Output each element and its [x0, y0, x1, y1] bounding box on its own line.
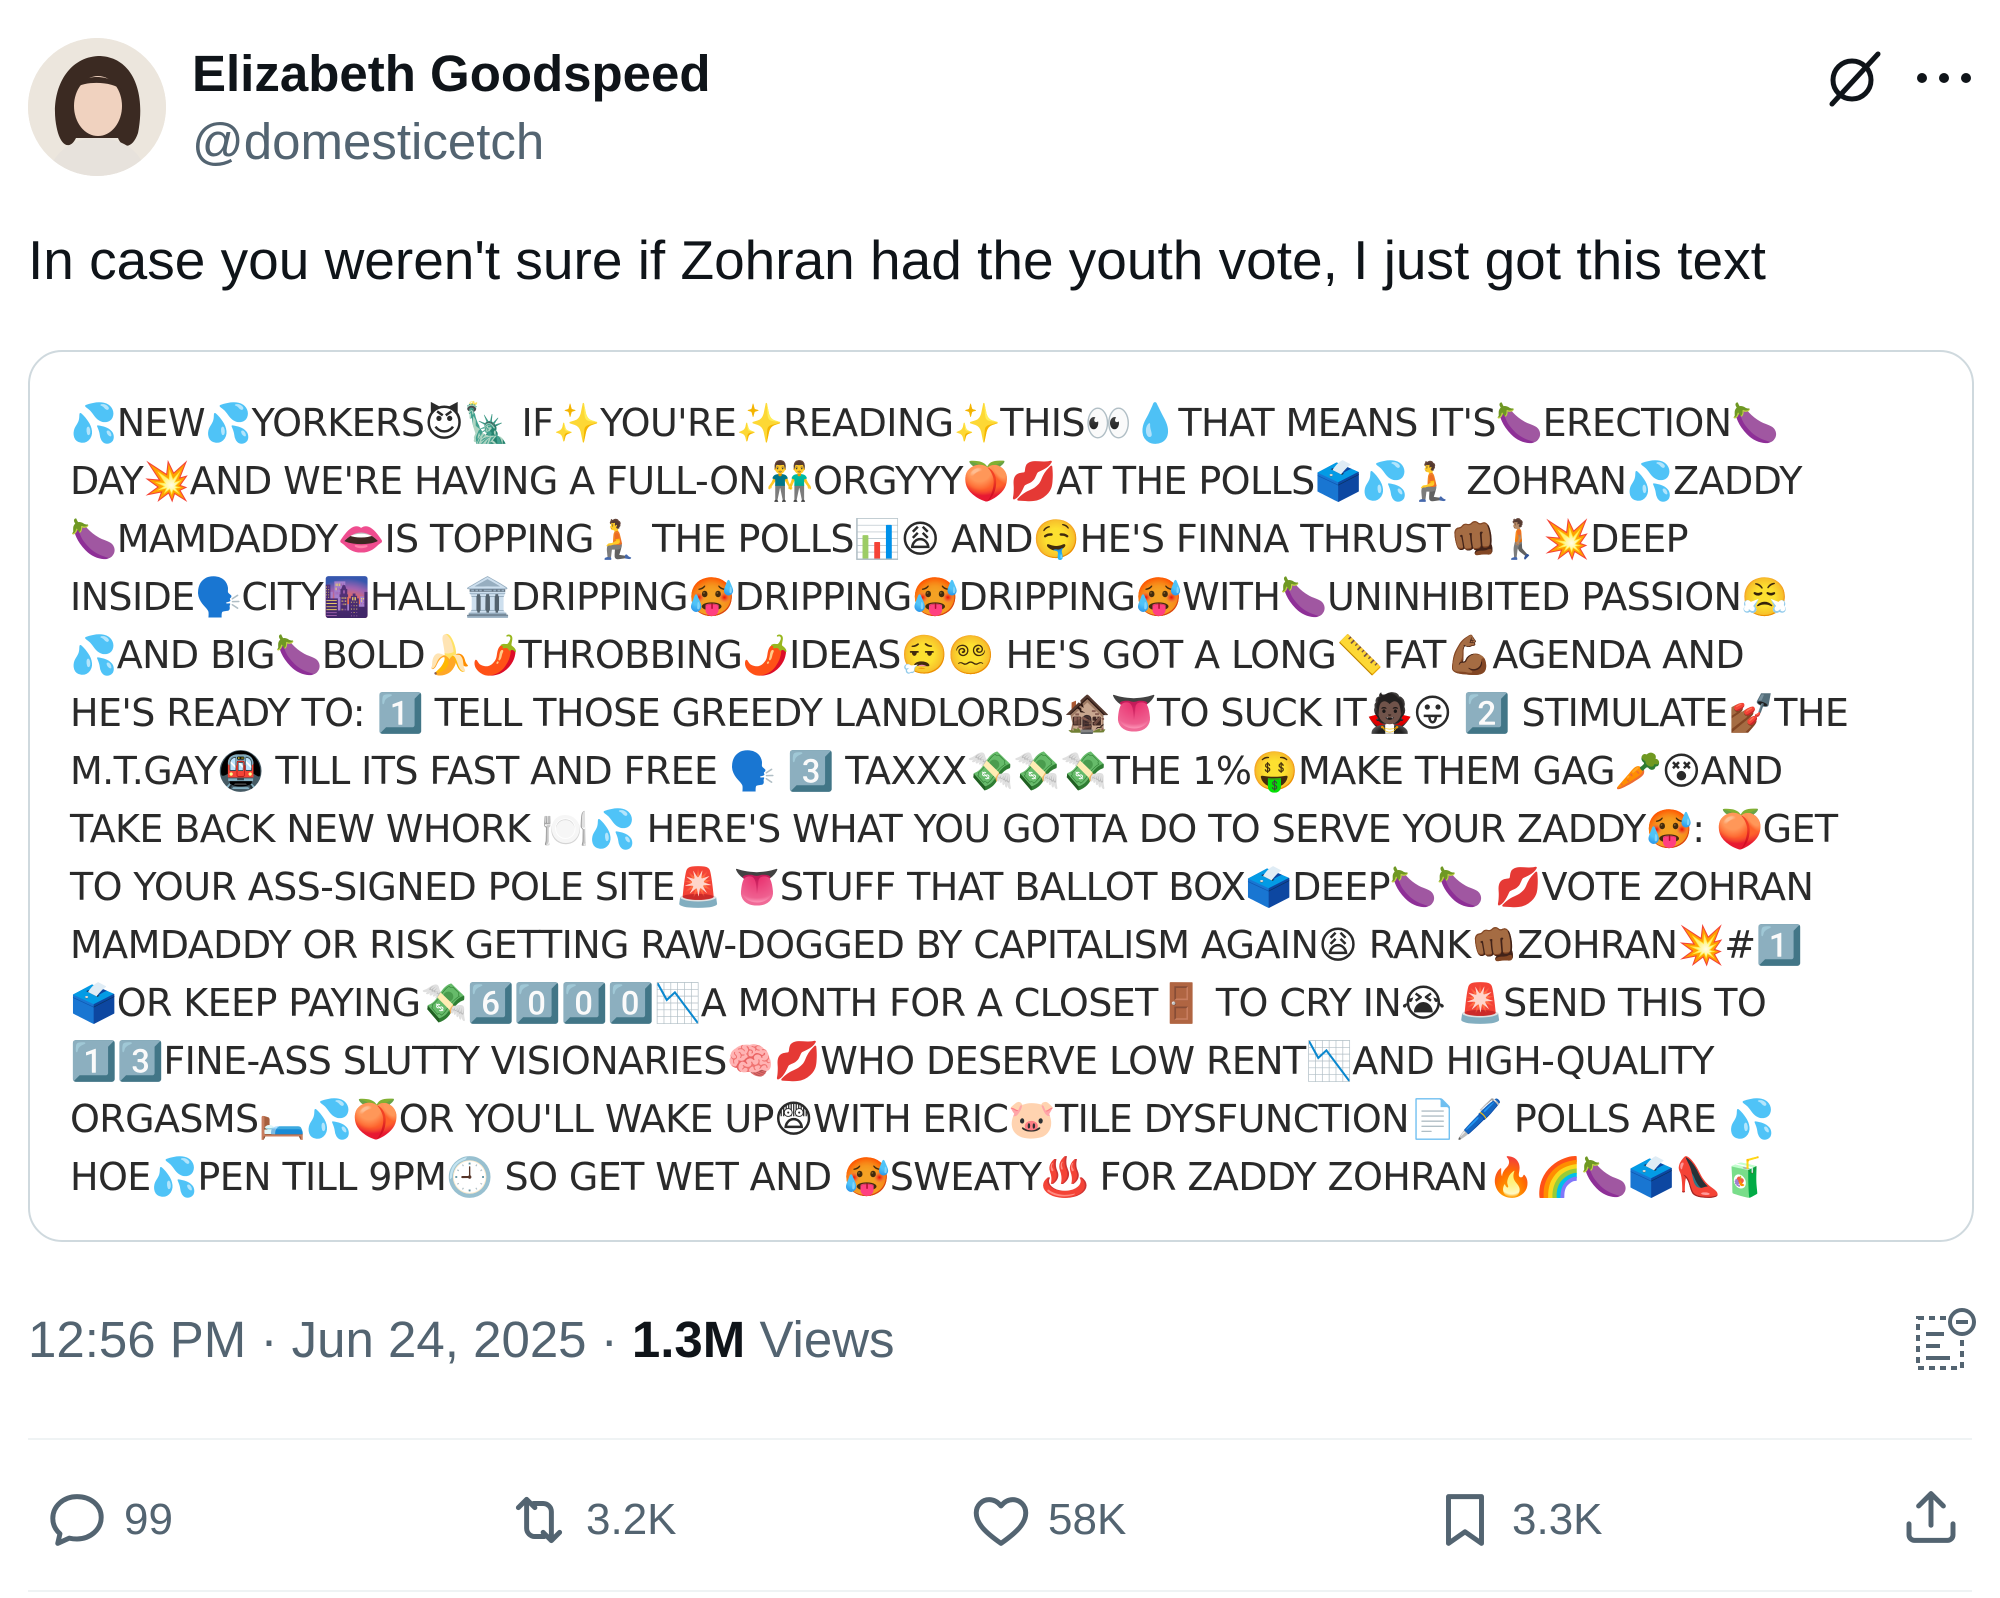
message-line: 1️⃣3️⃣FINE-ASS SLUTTY VISIONARIES🧠💋WHO D…: [70, 1039, 1715, 1083]
message-line: 🍆MAMDADDY👄IS TOPPING🧎 THE POLLS📊😩 AND🤤HE…: [70, 517, 1689, 561]
tweet-text: In case you weren't sure if Zohran had t…: [28, 229, 1766, 291]
message-line: 💦AND BIG🍆BOLD🍌🌶️THROBBING🌶️IDEAS😮‍💨😵‍💫 H…: [70, 633, 1745, 677]
message-line: TO YOUR ASS-SIGNED POLE SITE🚨 👅STUFF THA…: [70, 865, 1814, 909]
repost-button[interactable]: 3.2K: [506, 1484, 677, 1556]
message-line: INSIDE🗣️CITY🌆HALL🏛️DRIPPING🥵DRIPPING🥵DRI…: [70, 575, 1789, 619]
more-icon[interactable]: [1908, 46, 1980, 110]
grok-icon[interactable]: [1822, 46, 1886, 110]
divider: [28, 1438, 1972, 1440]
meta-separator: ·: [600, 1311, 618, 1368]
like-count: 58K: [1048, 1495, 1127, 1544]
message-line: TAKE BACK NEW WHORK 🍽️💦 HERE'S WHAT YOU …: [70, 807, 1838, 851]
tweet-meta: 12:56 PM · Jun 24, 2025 · 1.3M Views: [28, 1310, 895, 1369]
meta-separator: ·: [260, 1311, 278, 1368]
views-count: 1.3M: [631, 1311, 746, 1368]
reply-icon: [50, 1494, 104, 1546]
author-handle[interactable]: @domesticetch: [192, 112, 544, 171]
repost-icon: [515, 1496, 563, 1544]
tweet-time[interactable]: 12:56 PM: [28, 1311, 246, 1368]
message-line: HE'S READY TO: 1️⃣ TELL THOSE GREEDY LAN…: [70, 691, 1849, 735]
tweet-media-image[interactable]: 💦NEW💦YORKERS😈🗽 IF✨YOU'RE✨READING✨THIS👀💧T…: [28, 350, 1974, 1242]
like-button[interactable]: 58K: [968, 1484, 1126, 1556]
reply-count: 99: [124, 1495, 173, 1544]
repost-count: 3.2K: [586, 1495, 677, 1544]
divider: [28, 1590, 1972, 1592]
bookmark-icon: [1446, 1494, 1484, 1546]
views-label: Views: [759, 1311, 895, 1368]
heart-icon: [973, 1497, 1029, 1546]
share-icon[interactable]: [1898, 1484, 1964, 1550]
message-line: 💦NEW💦YORKERS😈🗽 IF✨YOU'RE✨READING✨THIS👀💧T…: [70, 401, 1779, 445]
bookmark-count: 3.3K: [1512, 1495, 1603, 1544]
bookmark-button[interactable]: 3.3K: [1432, 1484, 1603, 1556]
avatar[interactable]: [28, 38, 166, 176]
avatar-photo-icon: [28, 38, 166, 176]
author-name[interactable]: Elizabeth Goodspeed: [192, 44, 711, 103]
message-line: ORGASMS🛏️💦🍑OR YOU'LL WAKE UP😨WITH ERIC🐷T…: [70, 1097, 1775, 1141]
tweet-date[interactable]: Jun 24, 2025: [292, 1311, 587, 1368]
message-line: HOE💦PEN TILL 9PM🕘 SO GET WET AND 🥵SWEATY…: [70, 1155, 1769, 1199]
message-line: MAMDADDY OR RISK GETTING RAW-DOGGED BY C…: [70, 923, 1803, 967]
analytics-icon[interactable]: [1910, 1304, 1980, 1374]
message-line: M.T.GAY🚇 TILL ITS FAST AND FREE 🗣️ 3️⃣ T…: [70, 749, 1783, 793]
message-line: 🗳️OR KEEP PAYING💸6️⃣0️⃣0️⃣0️⃣📉A MONTH FO…: [70, 981, 1767, 1025]
reply-button[interactable]: 99: [44, 1484, 173, 1556]
message-line: DAY💥AND WE'RE HAVING A FULL-ON👬ORGYYY🍑💋A…: [70, 459, 1802, 503]
